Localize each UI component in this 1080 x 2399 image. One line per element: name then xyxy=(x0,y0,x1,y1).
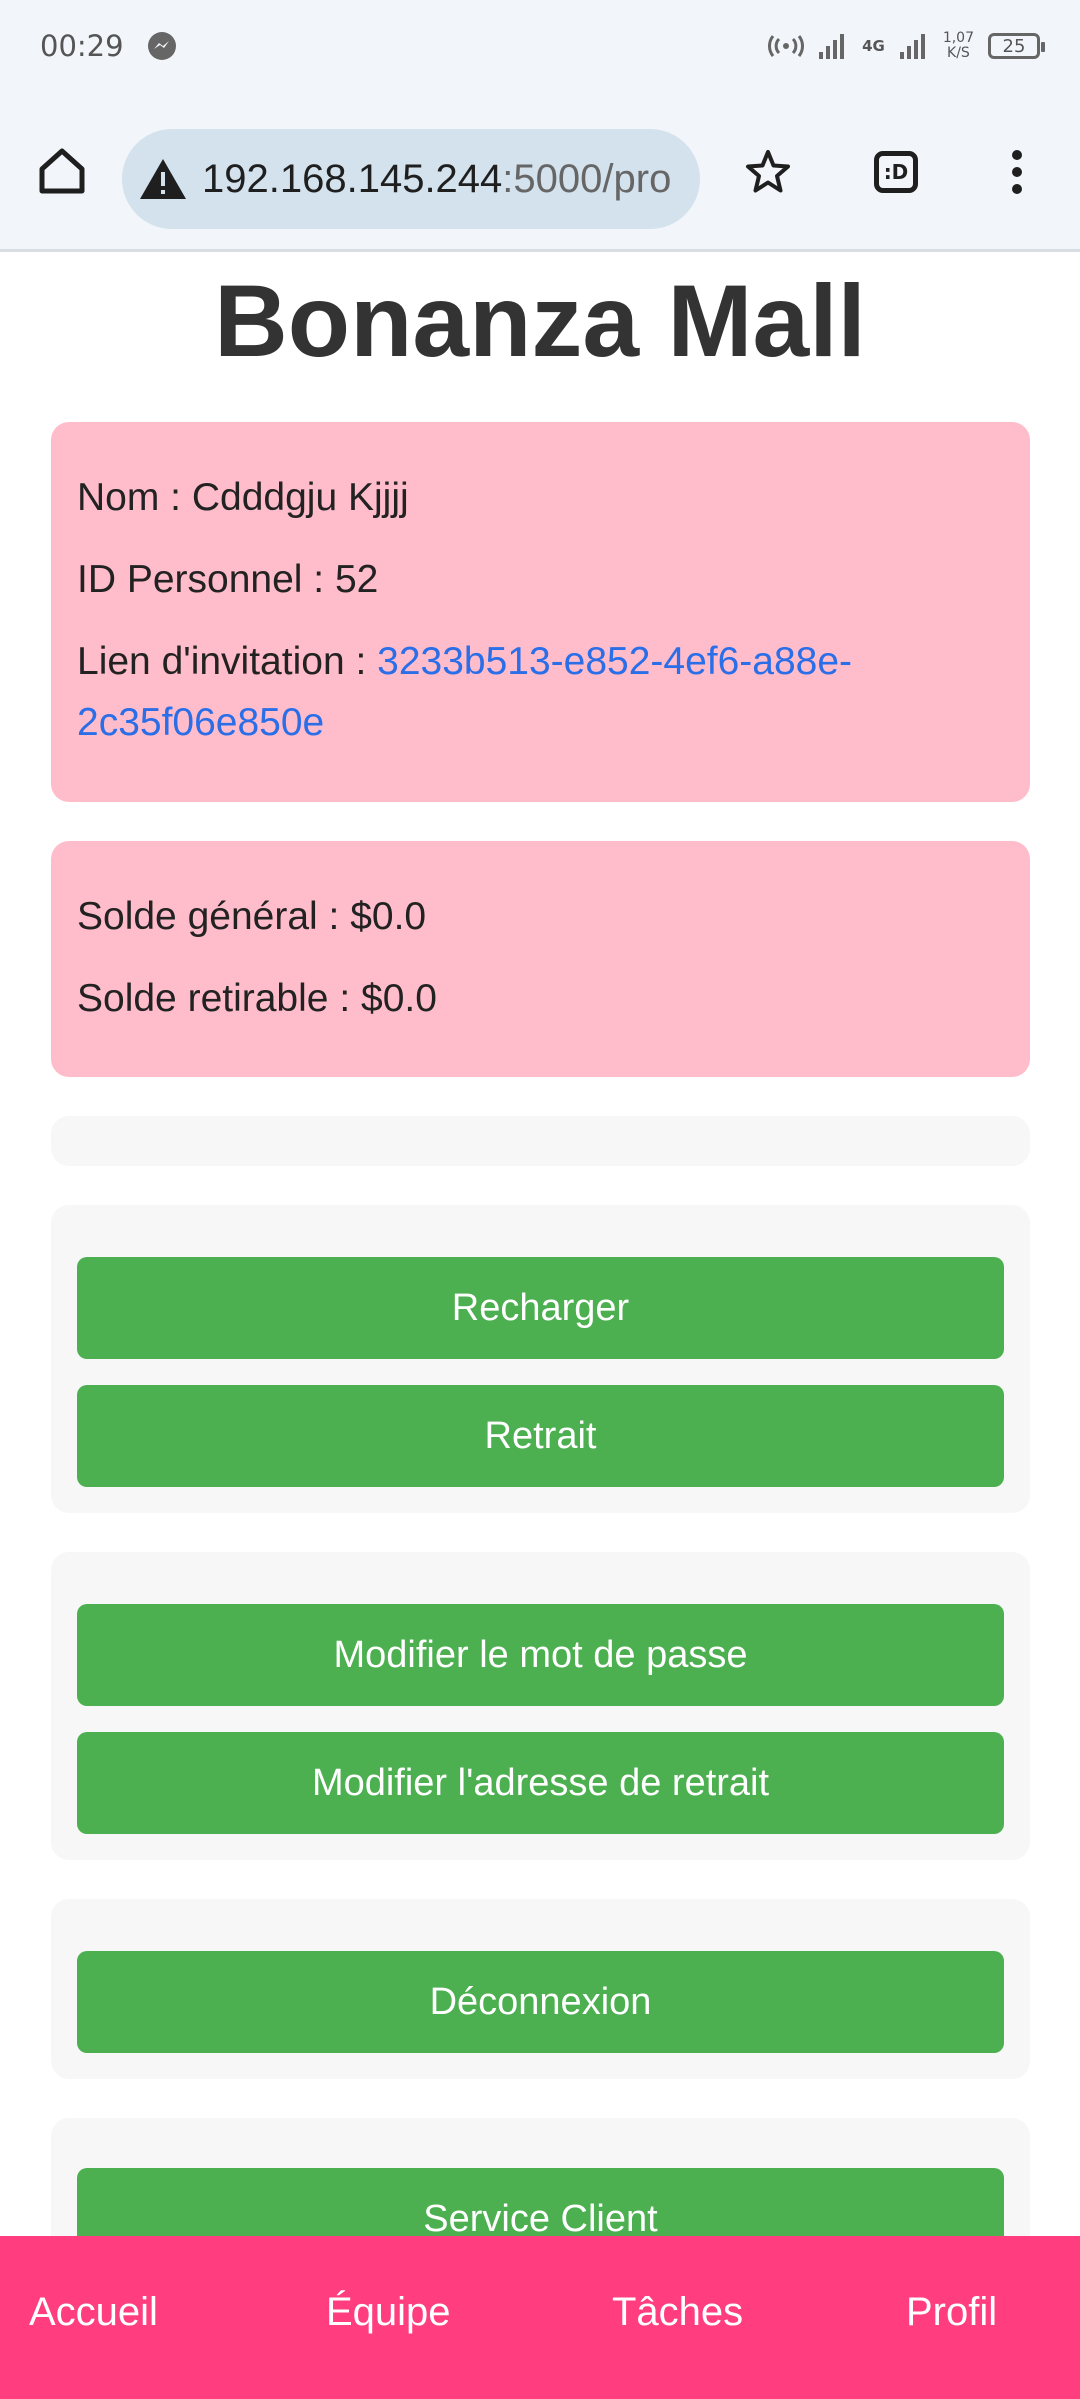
logout-card: Déconnexion xyxy=(51,1899,1030,2079)
status-icons: 4G 1,07 K/S 25 xyxy=(768,31,1045,61)
general-balance-row: Solde général : $0.0 xyxy=(77,886,977,947)
withdraw-button[interactable]: Retrait xyxy=(77,1385,1004,1487)
tabs-button[interactable]: :D xyxy=(868,144,924,200)
bottom-nav: Accueil Équipe Tâches Profil xyxy=(0,2236,1080,2399)
signal-icon xyxy=(819,34,845,59)
invite-label: Lien d'invitation : xyxy=(77,640,378,683)
hotspot-icon xyxy=(768,35,805,57)
nav-tasks[interactable]: Tâches xyxy=(612,2290,743,2335)
general-balance-label: Solde général : xyxy=(77,895,351,938)
profile-card: Nom : Cdddgju Kjjjj ID Personnel : 52 Li… xyxy=(51,422,1030,802)
account-settings-card: Modifier le mot de passe Modifier l'adre… xyxy=(51,1552,1030,1860)
net-rate-unit: K/S xyxy=(947,45,970,61)
balance-card: Solde général : $0.0 Solde retirable : $… xyxy=(51,841,1030,1077)
general-balance-value: $0.0 xyxy=(350,895,427,938)
status-time: 00:29 xyxy=(40,29,124,63)
battery-icon: 25 xyxy=(988,33,1045,59)
name-label: Nom : xyxy=(77,476,192,519)
change-password-button[interactable]: Modifier le mot de passe xyxy=(77,1604,1004,1706)
name-value: Cdddgju Kjjjj xyxy=(191,476,409,519)
id-row: ID Personnel : 52 xyxy=(77,549,977,610)
url-path: :5000/pro xyxy=(502,156,672,201)
menu-button[interactable] xyxy=(996,144,1038,200)
recharge-button[interactable]: Recharger xyxy=(77,1257,1004,1359)
empty-card xyxy=(51,1116,1030,1166)
net-rate: 1,07 K/S xyxy=(943,31,974,61)
bookmark-button[interactable] xyxy=(740,144,796,200)
nav-home[interactable]: Accueil xyxy=(29,2290,158,2335)
id-label: ID Personnel : xyxy=(77,558,335,601)
browser-toolbar: 192.168.145.244:5000/pro :D xyxy=(0,92,1080,252)
page-title: Bonanza Mall xyxy=(214,264,866,378)
star-icon xyxy=(746,150,790,193)
id-value: 52 xyxy=(334,558,379,601)
change-withdraw-address-button[interactable]: Modifier l'adresse de retrait xyxy=(77,1732,1004,1834)
invite-link-cont[interactable]: 2c35f06e850e xyxy=(77,701,324,744)
url-bar[interactable]: 192.168.145.244:5000/pro xyxy=(122,129,700,229)
battery-level: 25 xyxy=(1002,35,1026,57)
more-vert-icon xyxy=(1012,150,1022,194)
messenger-icon xyxy=(147,32,176,60)
url-text: 192.168.145.244:5000/pro xyxy=(202,157,671,202)
nav-profile[interactable]: Profil xyxy=(906,2290,997,2335)
nav-team[interactable]: Équipe xyxy=(326,2290,451,2335)
home-icon xyxy=(39,148,85,194)
name-row: Nom : Cdddgju Kjjjj xyxy=(77,467,977,528)
funds-actions-card: Recharger Retrait xyxy=(51,1205,1030,1513)
url-host: 192.168.145.244 xyxy=(202,156,503,201)
withdrawable-balance-row: Solde retirable : $0.0 xyxy=(77,968,977,1029)
warning-icon xyxy=(140,159,186,199)
withdrawable-balance-label: Solde retirable : xyxy=(77,977,361,1020)
net-rate-value: 1,07 xyxy=(942,30,974,46)
invite-row: Lien d'invitation : 3233b513-e852-4ef6-a… xyxy=(77,631,977,753)
signal-icon-2 xyxy=(899,34,925,59)
home-button[interactable] xyxy=(30,139,94,203)
network-type: 4G xyxy=(862,37,885,55)
tabs-label: :D xyxy=(883,160,909,184)
tabs-icon: :D xyxy=(874,151,918,193)
status-bar: 00:29 4G 1,07 K/S 25 xyxy=(0,0,1080,92)
logout-button[interactable]: Déconnexion xyxy=(77,1951,1004,2053)
invite-link[interactable]: 3233b513-e852-4ef6-a88e- xyxy=(377,640,852,683)
withdrawable-balance-value: $0.0 xyxy=(361,977,437,1020)
